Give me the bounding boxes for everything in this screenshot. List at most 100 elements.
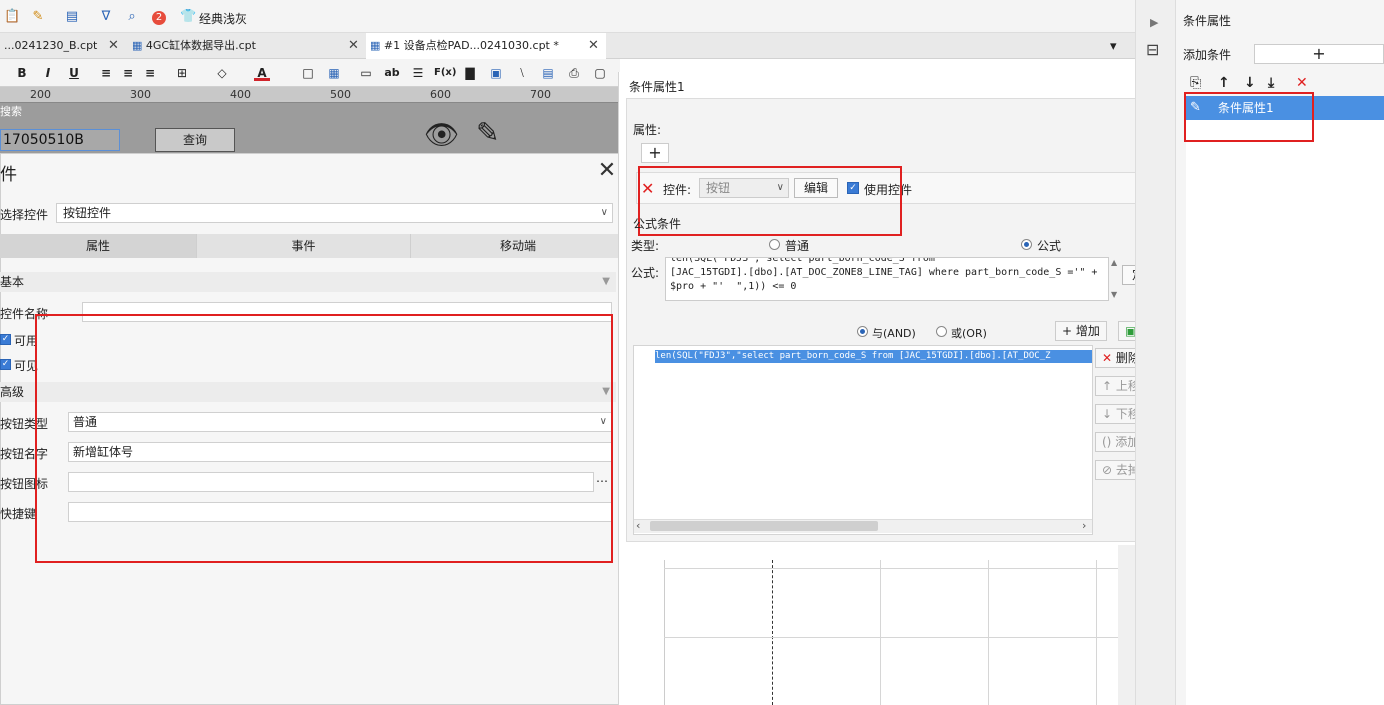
ruler-tick: 300 bbox=[130, 88, 151, 101]
add-condition-button[interactable]: + 增加 bbox=[1055, 321, 1107, 341]
delete-icon[interactable]: ✕ bbox=[1296, 75, 1308, 91]
formula-input[interactable]: len(SQL("FDJ3","select part_born_code_S … bbox=[665, 257, 1109, 301]
tab-label: 4GC缸体数据导出.cpt bbox=[145, 39, 256, 52]
arrow-down-icon[interactable]: ↓ bbox=[1244, 75, 1256, 91]
cell-style-icon[interactable]: □ bbox=[300, 65, 316, 81]
add-condition-label: 添加条件 bbox=[1183, 48, 1232, 62]
annotation-box bbox=[1184, 92, 1314, 142]
align-left-icon[interactable]: ≡ bbox=[98, 65, 114, 81]
visible-checkbox[interactable]: ✓ bbox=[0, 359, 11, 370]
select-widget-label: 选择控件 bbox=[0, 208, 49, 222]
report-icon: ▦ bbox=[132, 39, 143, 52]
theme-icon[interactable]: 👕 bbox=[180, 9, 196, 25]
scrollbar-thumb[interactable] bbox=[650, 521, 878, 531]
pencil-icon[interactable]: ✎ bbox=[476, 116, 499, 149]
type-label: 类型: bbox=[631, 239, 660, 253]
move-bottom-icon[interactable]: ⤓ bbox=[1268, 75, 1274, 91]
tab-file-2[interactable]: ▦ 4GC缸体数据导出.cpt ✕ bbox=[128, 33, 364, 59]
expand-icon[interactable]: ▶ bbox=[1150, 16, 1158, 29]
code-text-widget[interactable]: 17050510B bbox=[0, 129, 120, 151]
basic-section-header[interactable]: 基本 ▼ bbox=[0, 272, 616, 292]
ruler-tick: 500 bbox=[330, 88, 351, 101]
horizontal-ruler: 200 300 400 500 600 700 bbox=[0, 87, 618, 103]
italic-button[interactable]: I bbox=[40, 65, 56, 81]
shortcut-label: 快捷键 bbox=[0, 507, 37, 521]
fill-color-icon[interactable]: ◇ bbox=[214, 65, 230, 81]
slash-icon[interactable]: ⧵ bbox=[514, 65, 530, 81]
tab-mobile[interactable]: 移动端 bbox=[411, 234, 626, 258]
bold-button[interactable]: B bbox=[14, 65, 30, 81]
paragraph-icon[interactable]: ☰ bbox=[410, 65, 426, 81]
type-normal-radio[interactable] bbox=[769, 239, 780, 250]
attributes-label: 属性: bbox=[633, 123, 662, 137]
format-toolbar: B I U ≡ ≡ ≡ ⊞ ◇ A □ ▦ ▭ ab ☰ F(x) ▇ ▣ ⧵ … bbox=[0, 59, 620, 87]
format-painter-icon[interactable]: ✎ bbox=[30, 9, 46, 25]
tab-file-3[interactable]: ▦ #1 设备点检PAD...0241030.cpt * ✕ bbox=[366, 33, 606, 59]
ruler-tick: 200 bbox=[30, 88, 51, 101]
type-formula-radio[interactable] bbox=[1021, 239, 1032, 250]
arrow-up-icon: ↑ bbox=[1102, 379, 1113, 393]
preview-icon[interactable]: ⌕ bbox=[124, 9, 140, 25]
filter-icon[interactable]: ∇ bbox=[98, 9, 114, 25]
tab-file-1[interactable]: ...0241230_B.cpt ✕ bbox=[0, 33, 124, 59]
close-icon[interactable]: ✕ bbox=[348, 33, 359, 59]
tab-properties[interactable]: 属性 bbox=[0, 234, 197, 258]
merge-icon[interactable]: ▭ bbox=[358, 65, 374, 81]
grid-line bbox=[880, 560, 881, 705]
subreport-icon[interactable]: ▤ bbox=[540, 65, 556, 81]
formula-icon[interactable]: F(x) bbox=[434, 65, 456, 81]
ruler-tick: 400 bbox=[230, 88, 251, 101]
close-icon[interactable]: ✕ bbox=[596, 158, 618, 184]
paste-icon[interactable]: 📋 bbox=[4, 9, 20, 25]
bracket-icon: () bbox=[1102, 435, 1112, 449]
add-condition-plus-button[interactable]: + bbox=[1254, 44, 1384, 64]
condition-attribute-icon[interactable]: ⊟ bbox=[1146, 40, 1159, 59]
tab-menu-icon[interactable]: ▾ bbox=[1110, 39, 1117, 54]
border-icon[interactable]: ⊞ bbox=[174, 65, 190, 81]
underline-button[interactable]: U bbox=[66, 65, 82, 81]
tab-events[interactable]: 事件 bbox=[197, 234, 411, 258]
and-radio[interactable] bbox=[857, 326, 868, 337]
add-attribute-button[interactable]: + bbox=[641, 143, 669, 163]
widget-icon[interactable]: ▢ bbox=[592, 65, 608, 81]
grid-line bbox=[1096, 560, 1097, 705]
type-normal-label: 普通 bbox=[785, 239, 810, 253]
table-icon[interactable]: ▦ bbox=[326, 65, 342, 81]
vertical-scrollbar[interactable] bbox=[1118, 545, 1135, 705]
text-icon[interactable]: ab bbox=[384, 65, 400, 81]
notification-badge[interactable]: 2 bbox=[152, 11, 166, 25]
query-button[interactable]: 查询 bbox=[155, 128, 235, 152]
close-icon[interactable]: ✕ bbox=[108, 33, 119, 59]
widget-type-value: 按钮控件 bbox=[63, 206, 112, 220]
font-color-icon[interactable]: A bbox=[254, 65, 270, 81]
report-icon[interactable]: ▤ bbox=[64, 9, 80, 25]
add-button-label: 增加 bbox=[1075, 324, 1100, 338]
scroll-down-icon[interactable]: ▼ bbox=[1111, 290, 1117, 299]
type-formula-label: 公式 bbox=[1037, 239, 1062, 253]
grid-line bbox=[988, 560, 989, 705]
print-icon[interactable]: ⎙ bbox=[566, 65, 582, 81]
close-icon[interactable]: ✕ bbox=[588, 33, 599, 59]
condition-list-item[interactable]: len(SQL("FDJ3","select part_born_code_S … bbox=[655, 350, 1092, 363]
align-center-icon[interactable]: ≡ bbox=[120, 65, 136, 81]
align-right-icon[interactable]: ≡ bbox=[142, 65, 158, 81]
formula-line: $pro + "' ",1)) <= 0 bbox=[670, 281, 797, 292]
grid-line bbox=[664, 637, 1118, 638]
scroll-up-icon[interactable]: ▲ bbox=[1111, 258, 1117, 267]
eye-off-icon[interactable]: 👁 bbox=[424, 118, 460, 151]
widget-type-select[interactable]: 按钮控件 ∨ bbox=[56, 203, 613, 223]
enabled-checkbox[interactable]: ✓ bbox=[0, 334, 11, 345]
chart-icon[interactable]: ▇ bbox=[462, 65, 478, 81]
copy-icon[interactable]: ⎘ bbox=[1190, 75, 1201, 91]
grid-line bbox=[664, 568, 1118, 569]
dialog-tabs: 属性 事件 移动端 bbox=[0, 234, 626, 258]
condition-panel-title: 条件属性1 bbox=[629, 80, 685, 94]
main-toolbar: 📋 ✎ ▤ ∇ ⌕ 2 👕 经典浅灰 bbox=[0, 0, 1135, 33]
arrow-up-icon[interactable]: ↑ bbox=[1218, 75, 1230, 91]
or-radio[interactable] bbox=[936, 326, 947, 337]
theme-label[interactable]: 经典浅灰 bbox=[199, 10, 247, 27]
scroll-right-icon[interactable]: › bbox=[1082, 519, 1086, 532]
arrow-down-icon: ↓ bbox=[1102, 407, 1113, 421]
image-icon[interactable]: ▣ bbox=[488, 65, 504, 81]
scroll-left-icon[interactable]: ‹ bbox=[636, 519, 640, 532]
